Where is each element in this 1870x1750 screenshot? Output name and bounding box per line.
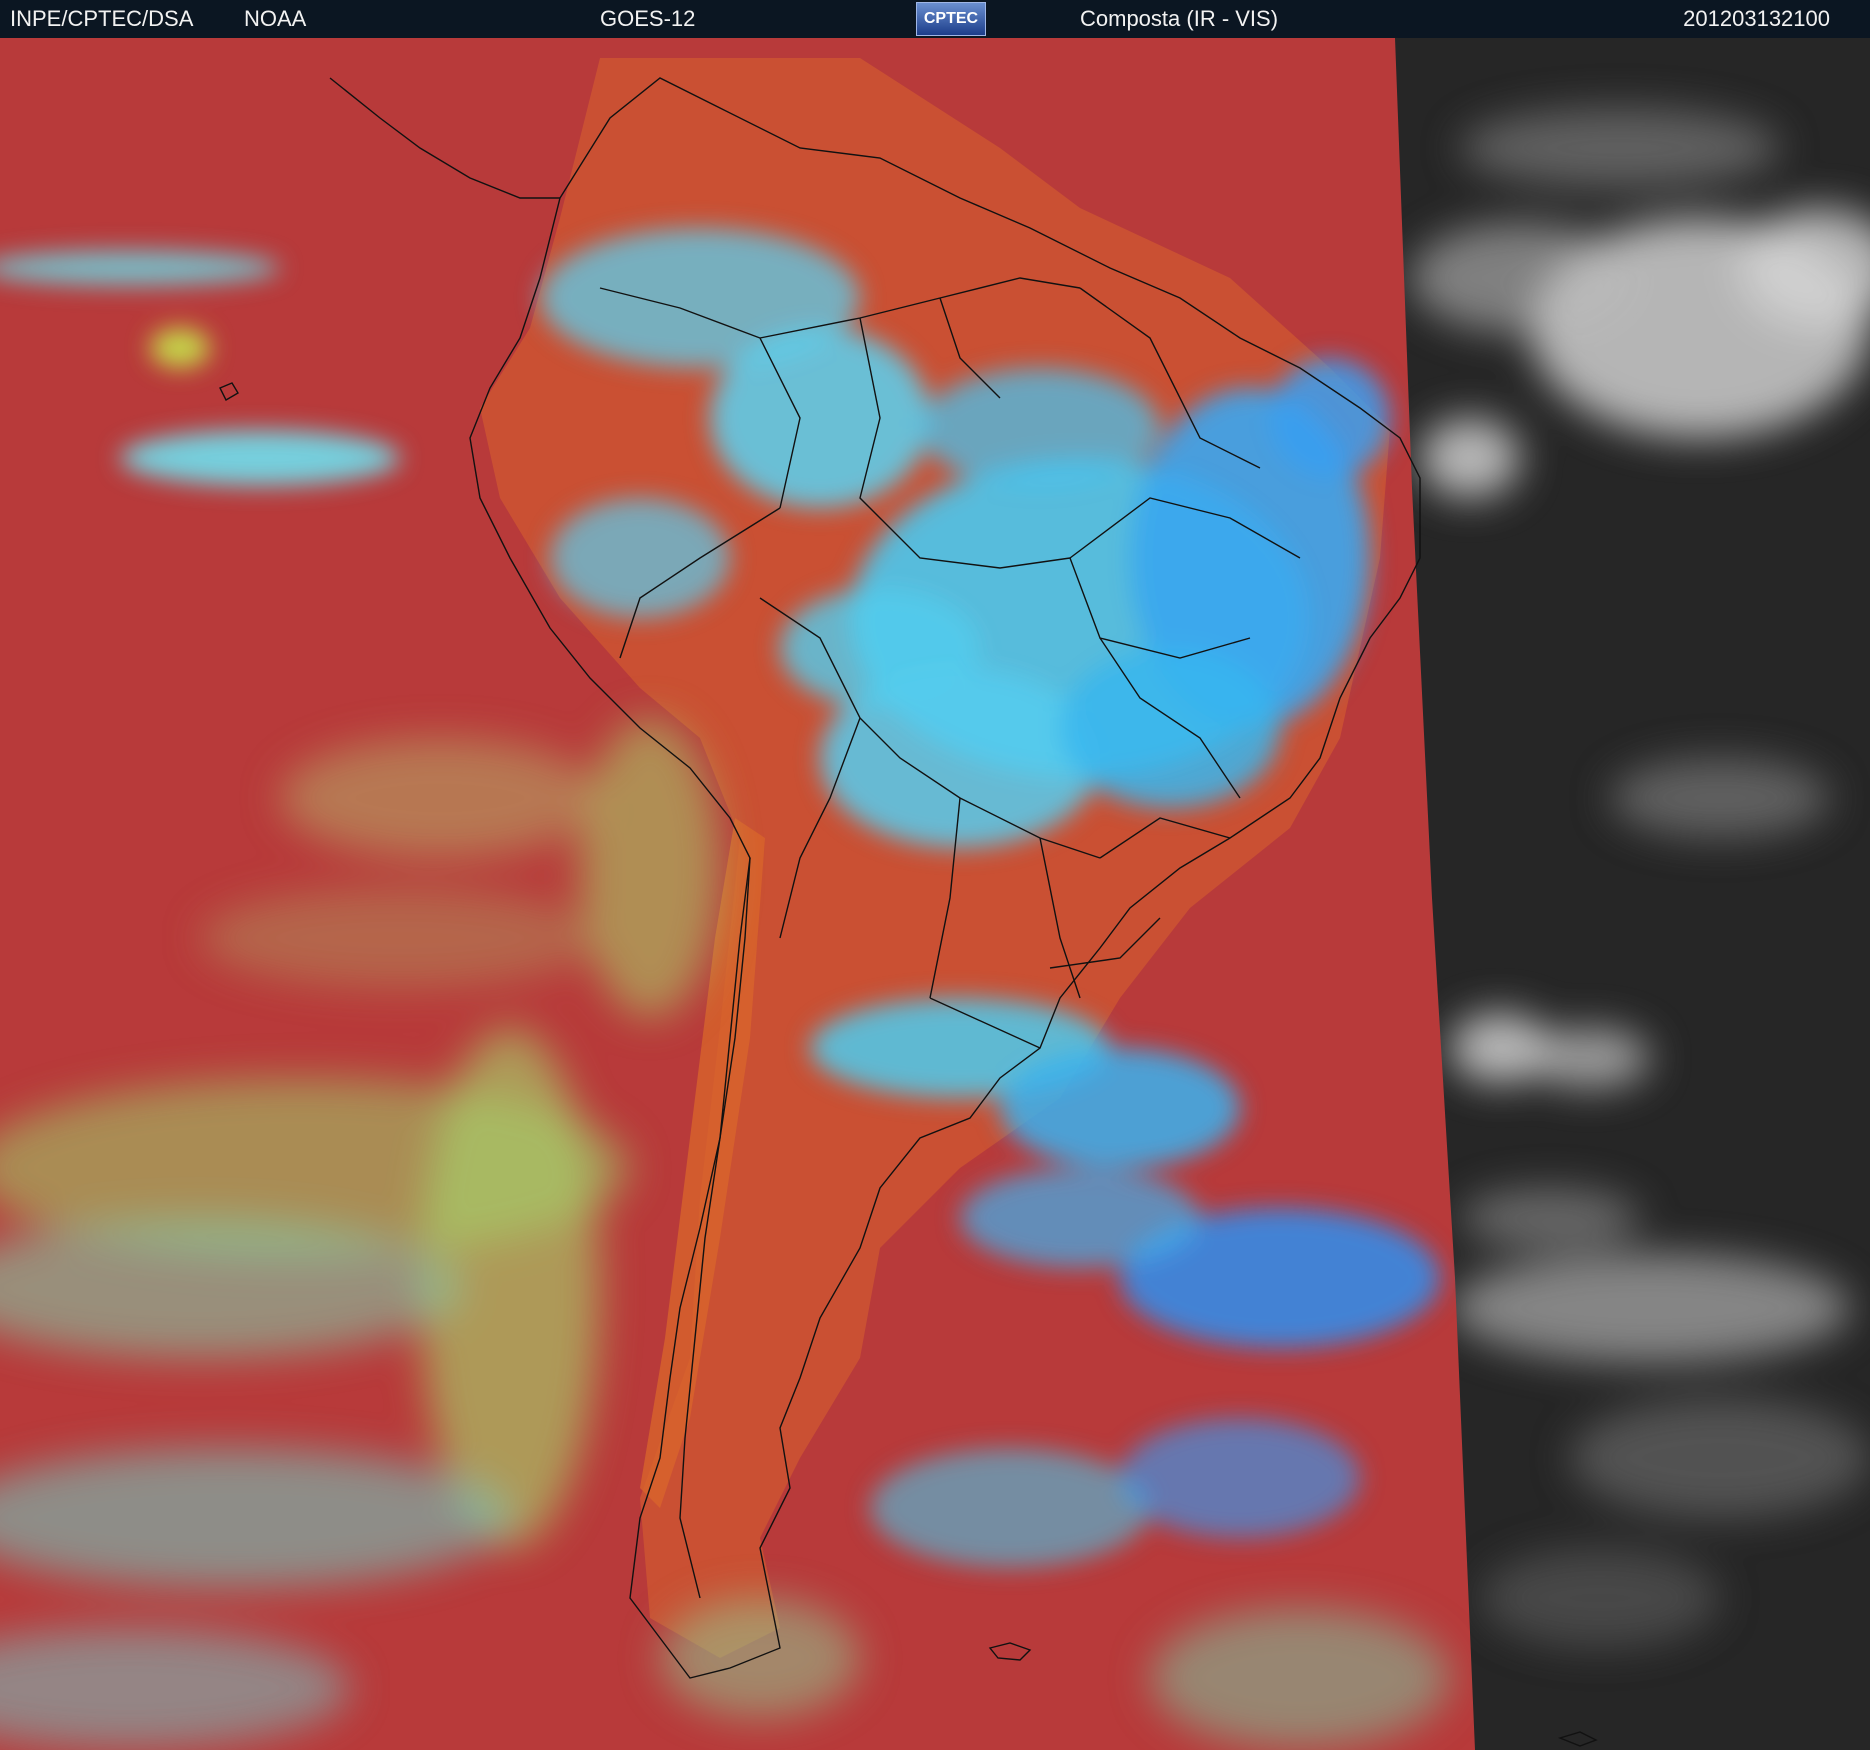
ir-panel (0, 38, 1475, 1750)
timestamp-label: 201203132100 (1683, 6, 1830, 31)
agency-label: INPE/CPTEC/DSA (10, 6, 194, 31)
satellite-label: GOES-12 (600, 6, 696, 31)
header-bar: INPE/CPTEC/DSA NOAA GOES-12 CPTEC Compos… (0, 0, 1870, 38)
partner-label: NOAA (244, 6, 307, 31)
satellite-composite-map (0, 38, 1870, 1750)
product-label: Composta (IR - VIS) (1080, 6, 1279, 31)
cptec-logo: CPTEC (916, 2, 986, 36)
